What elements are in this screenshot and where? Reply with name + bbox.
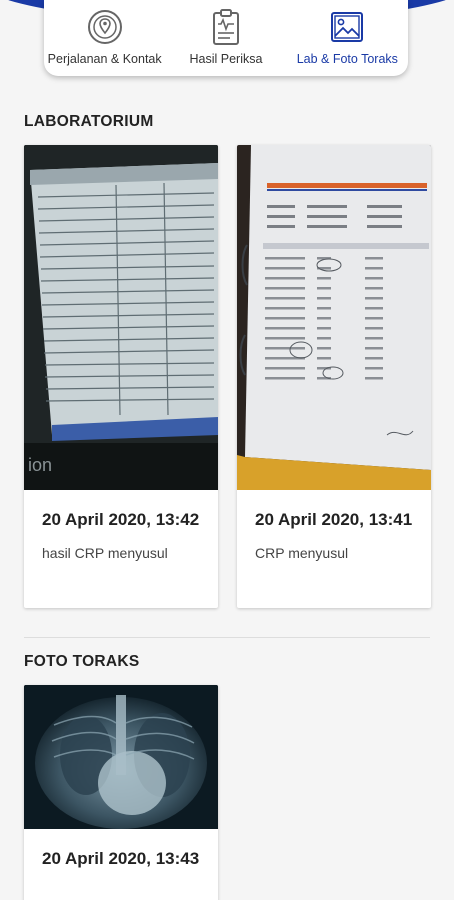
lab-photo: ion	[24, 145, 218, 490]
tab-perjalanan-kontak[interactable]: Perjalanan & Kontak	[44, 0, 165, 76]
xray-card[interactable]: 20 April 2020, 13:43	[24, 685, 218, 900]
tab-lab-foto-toraks[interactable]: Lab & Foto Toraks	[287, 0, 408, 76]
xray-date: 20 April 2020, 13:43	[42, 849, 200, 868]
section-title-foto-toraks: FOTO TORAKS	[24, 653, 140, 670]
tab-label: Hasil Periksa	[189, 52, 263, 66]
lab-photo	[237, 145, 431, 490]
section-title-laboratorium: LABORATORIUM	[24, 113, 154, 130]
clipboard-icon	[206, 8, 246, 46]
lab-card[interactable]: 20 April 2020, 13:41 CRP menyusul	[237, 145, 431, 608]
xray-photo	[24, 685, 218, 829]
lab-note: hasil CRP menyusul	[42, 545, 168, 561]
location-icon	[85, 8, 125, 46]
section-divider	[24, 637, 430, 638]
lab-card[interactable]: ion 20 April 2020, 13:42 hasil CRP menyu…	[24, 145, 218, 608]
lab-date: 20 April 2020, 13:41	[255, 510, 413, 529]
lab-note: CRP menyusul	[255, 545, 349, 561]
tab-label: Lab & Foto Toraks	[296, 52, 398, 66]
tab-bar: Perjalanan & Kontak Hasil Periksa Lab & …	[44, 0, 408, 76]
lab-date: 20 April 2020, 13:42	[42, 510, 200, 529]
tab-hasil-periksa[interactable]: Hasil Periksa	[165, 0, 286, 76]
svg-text:ion: ion	[28, 455, 52, 475]
tab-label: Perjalanan & Kontak	[47, 52, 162, 66]
image-icon	[327, 8, 367, 46]
